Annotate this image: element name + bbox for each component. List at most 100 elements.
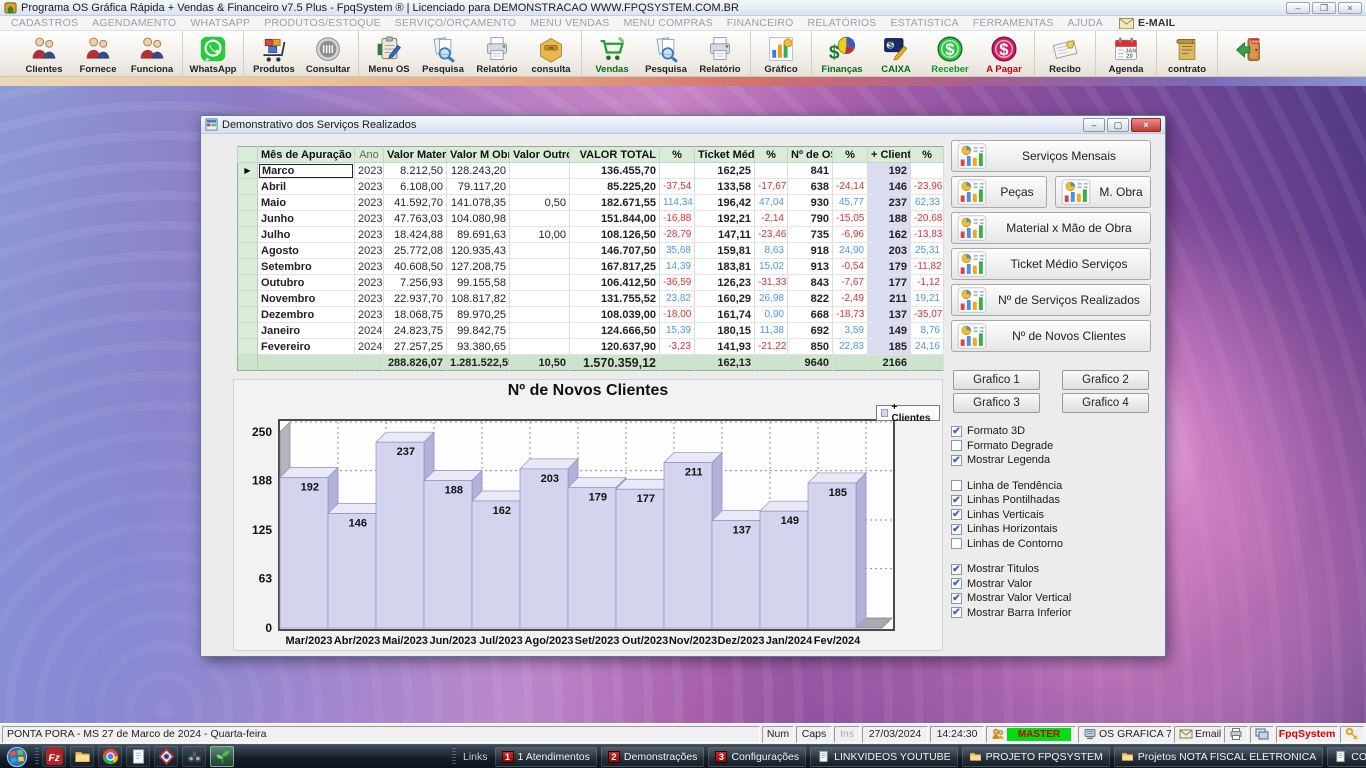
cell-pct_os[interactable]: 3,59 [833,323,868,339]
cell-mobra[interactable]: 108.817,82 [447,291,510,307]
menu-produtos-estoque[interactable]: PRODUTOS/ESTOQUE [257,16,388,30]
toolbar-pesquisa-button[interactable]: Pesquisa [639,31,693,76]
cell-material[interactable]: 7.256,93 [384,275,447,291]
taskbar-doc-projetos-nota-fiscal-eletronica[interactable]: Projetos NOTA FISCAL ELETRONICA [1114,747,1324,767]
grid-row-novembro[interactable]: Novembro202322.937,70108.817,82131.755,5… [238,291,944,307]
checkbox-linha-de-tend-ncia[interactable]: Linha de Tendência [951,479,1151,494]
cell-pct_clientes[interactable]: 19,21 [911,291,944,307]
menu-financeiro[interactable]: FINANCEIRO [720,16,801,30]
cell-ano[interactable]: 2023 [355,307,384,323]
cell-pct_total[interactable]: -18,00 [660,307,695,323]
checkbox-box[interactable]: ✔ [951,455,962,466]
menu-email[interactable]: E-MAIL [1112,16,1182,30]
checkbox-box[interactable] [951,538,962,549]
cell-clientes[interactable]: 179 [868,259,911,275]
app-minimize-button[interactable]: – [1286,2,1310,14]
cell-mes[interactable]: Janeiro [258,323,355,339]
cell-pct_clientes[interactable]: 62,33 [911,195,944,211]
toolbar-a-pagar-button[interactable]: $A Pagar [977,31,1031,76]
grid-row-julho[interactable]: Julho202318.424,8889.691,6310,00108.126,… [238,227,944,243]
cell-material[interactable]: 22.937,70 [384,291,447,307]
toolbar-whatsapp-button[interactable]: WhatsApp [186,31,240,76]
cell-pct_os[interactable]: 24,90 [833,243,868,259]
cell-outros[interactable] [510,275,570,291]
cell-mes[interactable]: Maio [258,195,355,211]
cell-mes[interactable]: Fevereiro [258,339,355,355]
grid-row-setembro[interactable]: Setembro202340.608,50127.208,75167.817,2… [238,259,944,275]
cell-material[interactable]: 24.823,75 [384,323,447,339]
menu-agendamento[interactable]: AGENDAMENTO [85,16,183,30]
cell-outros[interactable]: 0,50 [510,195,570,211]
toolbar-consulta-button[interactable]: consulta [524,31,578,76]
cell-outros[interactable] [510,243,570,259]
window-titlebar[interactable]: Demonstrativo dos Serviços Realizados – … [201,116,1165,134]
cell-pct_clientes[interactable]: 24,16 [911,339,944,355]
cell-total[interactable]: 151.844,00 [570,211,660,227]
checkbox-box[interactable]: ✔ [951,509,962,520]
quicklaunch-filezilla[interactable]: Fz [42,746,66,767]
cell-material[interactable]: 47.763,03 [384,211,447,227]
chart-button-servi-os-mensais[interactable]: Serviços Mensais [951,140,1151,172]
cell-os[interactable]: 692 [788,323,833,339]
chart-button-n-de-servi-os-realizados[interactable]: Nº de Serviços Realizados [951,284,1151,316]
cell-ano[interactable]: 2023 [355,259,384,275]
cell-pct_total[interactable]: 15,39 [660,323,695,339]
quicklaunch-chrome[interactable] [98,746,122,767]
cell-mobra[interactable]: 128.243,20 [447,163,510,179]
toolbar-vendas-button[interactable]: Vendas [585,31,639,76]
cell-os[interactable]: 822 [788,291,833,307]
cell-pct_clientes[interactable]: -13,83 [911,227,944,243]
taskbar-task-1-atendimentos[interactable]: 11 Atendimentos [495,747,597,767]
checkbox-box[interactable]: ✔ [951,524,962,535]
cell-pct_os[interactable]: -15,05 [833,211,868,227]
cell-ticket[interactable]: 162,25 [695,163,755,179]
grid-row-maio[interactable]: Maio202341.592,70141.078,350,50182.671,5… [238,195,944,211]
grid-row-janeiro[interactable]: Janeiro202424.823,7599.842,75124.666,501… [238,323,944,339]
cell-ticket[interactable]: 183,81 [695,259,755,275]
cell-material[interactable]: 18.424,88 [384,227,447,243]
menu-relat-rios[interactable]: RELATÓRIOS [801,16,884,30]
cell-ano[interactable]: 2024 [355,323,384,339]
cell-ano[interactable]: 2023 [355,163,384,179]
cell-mes[interactable]: Abril [258,179,355,195]
quicklaunch-search-tool[interactable] [182,746,206,767]
cell-os[interactable]: 638 [788,179,833,195]
cell-ticket[interactable]: 161,74 [695,307,755,323]
taskbar-doc-projeto-fpqsystem[interactable]: PROJETO FPQSYSTEM [962,747,1110,767]
checkbox-mostrar-legenda[interactable]: ✔Mostrar Legenda [951,453,1151,468]
cell-ano[interactable]: 2024 [355,339,384,355]
cell-material[interactable]: 6.108,00 [384,179,447,195]
grid-row-agosto[interactable]: Agosto202325.772,08120.935,43146.707,503… [238,243,944,259]
cell-pct_total[interactable]: 114,34 [660,195,695,211]
cell-ano[interactable]: 2023 [355,179,384,195]
grid-row-abril[interactable]: Abril20236.108,0079.117,2085.225,20-37,5… [238,179,944,195]
cell-pct_clientes[interactable]: 25,31 [911,243,944,259]
cell-pct_os[interactable]: -0,54 [833,259,868,275]
checkbox-box[interactable] [951,440,962,451]
cell-os[interactable]: 735 [788,227,833,243]
cell-total[interactable]: 182.671,55 [570,195,660,211]
cell-mes[interactable]: Novembro [258,291,355,307]
quicklaunch-sprout-app[interactable] [210,746,234,767]
toolbar-finan-as-button[interactable]: $Finanças [815,31,869,76]
col-header-ano-1[interactable]: Ano [355,147,384,163]
cell-clientes[interactable]: 185 [868,339,911,355]
chart-button-material-x-m-o-de-obra[interactable]: Material x Mão de Obra [951,212,1151,244]
menu-cadastros[interactable]: CADASTROS [4,16,85,30]
col-header--12[interactable]: % [911,147,944,163]
toolbar-relat-rio-button[interactable]: Relatório [693,31,747,76]
cell-pct_clientes[interactable]: -11,82 [911,259,944,275]
cell-os[interactable]: 930 [788,195,833,211]
toolbar-caixa-button[interactable]: $CAIXA [869,31,923,76]
cell-material[interactable]: 8.212,50 [384,163,447,179]
cell-pct_os[interactable]: -6,96 [833,227,868,243]
toolbar-consultar-button[interactable]: Consultar [301,31,355,76]
cell-ano[interactable]: 2023 [355,211,384,227]
cell-mes[interactable]: Setembro [258,259,355,275]
cell-ticket[interactable]: 192,21 [695,211,755,227]
cell-outros[interactable] [510,211,570,227]
menu-ajuda[interactable]: AJUDA [1061,16,1110,30]
toolbar-pesquisa-button[interactable]: Pesquisa [416,31,470,76]
window-minimize-button[interactable]: – [1083,118,1105,132]
toolbar-agenda-button[interactable]: JAN29Agenda [1099,31,1153,76]
